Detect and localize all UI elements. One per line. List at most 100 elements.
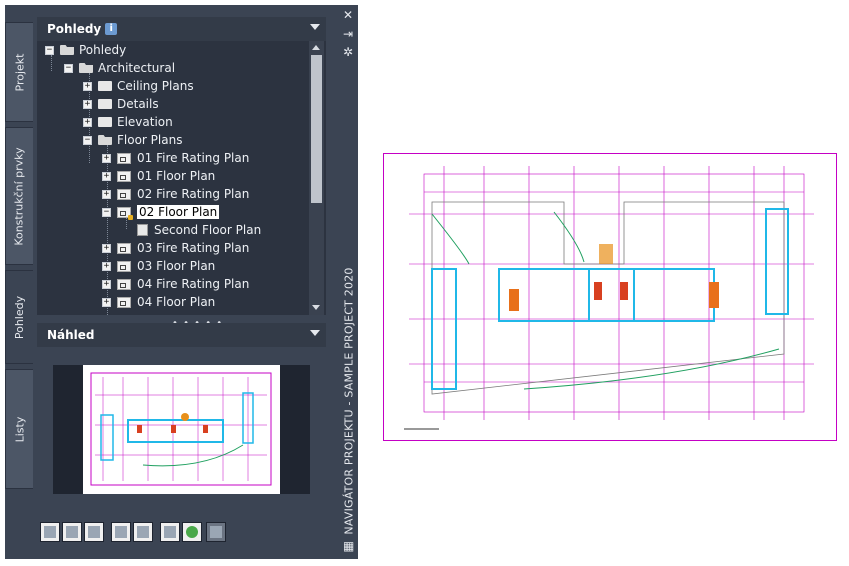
tree-node[interactable]: + 04 Floor Plan xyxy=(102,293,215,311)
tree-node[interactable]: + 03 Floor Plan xyxy=(102,257,215,275)
tree-node[interactable]: − Floor Plans xyxy=(83,131,182,149)
palette-title: NAVIGÁTOR PROJEKTU - SAMPLE PROJECT 2020 xyxy=(339,267,359,534)
repath-icon xyxy=(210,526,222,538)
cursor-icon xyxy=(137,526,149,538)
tab-label: Pohledy xyxy=(13,295,27,339)
open-folder-icon xyxy=(79,63,93,73)
folder-icon xyxy=(98,99,112,109)
tab-konstrukcni-prvky[interactable]: Konstrukční prvky xyxy=(5,127,33,265)
tree-node[interactable]: Second Floor Plan xyxy=(137,221,261,239)
expand-toggle-icon[interactable]: + xyxy=(102,279,111,289)
view-icon xyxy=(117,170,131,182)
tree-node-label: 01 Floor Plan xyxy=(137,169,216,183)
copy-icon xyxy=(115,526,127,538)
scrollbar-thumb[interactable] xyxy=(311,55,322,203)
expand-toggle-icon[interactable]: + xyxy=(102,297,111,307)
views-header: Pohledy i xyxy=(37,17,326,41)
open-folder-icon xyxy=(98,135,112,145)
tree-node[interactable]: + Details xyxy=(83,95,159,113)
views-tree: − Pohledy − Architectural + Ceiling Plan… xyxy=(37,41,326,315)
tree-node-label: Second Floor Plan xyxy=(154,223,262,237)
view-sheet-icon xyxy=(137,224,148,236)
tree-node[interactable]: − Pohledy xyxy=(45,41,126,59)
table-icon xyxy=(164,526,176,538)
tree-node[interactable]: + Ceiling Plans xyxy=(83,77,194,95)
tree-node-label: 03 Fire Rating Plan xyxy=(137,241,250,255)
tab-listy[interactable]: Listy xyxy=(5,369,33,489)
tree-node-label: Elevation xyxy=(117,115,173,129)
palette-title-text: NAVIGÁTOR PROJEKTU - SAMPLE PROJECT 2020 xyxy=(342,267,356,535)
collapse-caret-icon[interactable] xyxy=(310,24,320,30)
expand-toggle-icon[interactable]: + xyxy=(102,171,111,181)
open-view-button[interactable] xyxy=(84,522,104,542)
view-icon xyxy=(117,260,131,272)
tree-node-selected[interactable]: − 02 Floor Plan xyxy=(102,203,220,221)
tree-node-label: Ceiling Plans xyxy=(117,79,194,93)
expand-toggle-icon[interactable]: + xyxy=(102,261,111,271)
tree-node-label: 02 Floor Plan xyxy=(137,205,220,219)
bottom-toolbar xyxy=(37,516,326,548)
properties-button[interactable] xyxy=(160,522,180,542)
preview-thumbnail xyxy=(53,365,310,494)
tab-pohledy[interactable]: Pohledy xyxy=(5,270,33,364)
tree-node[interactable]: − Architectural xyxy=(64,59,175,77)
tree-node-label: 04 Floor Plan xyxy=(137,295,216,309)
expand-toggle-icon[interactable]: + xyxy=(83,99,92,109)
info-icon[interactable]: i xyxy=(105,23,118,35)
expand-toggle-icon[interactable]: + xyxy=(83,117,92,127)
tree-node[interactable]: + 03 Fire Rating Plan xyxy=(102,239,249,257)
tree-node-label: Floor Plans xyxy=(117,133,183,147)
scroll-up-icon[interactable] xyxy=(312,45,320,50)
preview-pane xyxy=(37,349,326,510)
tab-label: Projekt xyxy=(13,53,26,91)
expand-toggle-icon[interactable]: + xyxy=(102,243,111,253)
floor-plan-drawing xyxy=(383,153,837,441)
scroll-down-icon[interactable] xyxy=(312,305,320,310)
tree-node[interactable]: + 01 Fire Rating Plan xyxy=(102,149,249,167)
tree-node-label: 04 Fire Rating Plan xyxy=(137,277,250,291)
edit-view-button[interactable] xyxy=(62,522,82,542)
settings-icon[interactable]: ✲ xyxy=(343,46,353,58)
tab-projekt[interactable]: Projekt xyxy=(5,22,33,122)
tree-node-label: 02 Fire Rating Plan xyxy=(137,187,250,201)
refresh-icon xyxy=(186,526,198,538)
floor-plan-svg xyxy=(404,166,814,430)
tree-node-label: 01 Fire Rating Plan xyxy=(137,151,250,165)
palette-properties-icon[interactable]: ▦ xyxy=(343,540,354,552)
collapse-toggle-icon[interactable]: − xyxy=(64,63,73,73)
tree-node[interactable]: + Elevation xyxy=(83,113,173,131)
edit-view-icon xyxy=(66,526,78,538)
expand-toggle-icon[interactable]: + xyxy=(102,189,111,199)
add-view-button[interactable] xyxy=(40,522,60,542)
view-locked-icon xyxy=(117,206,133,220)
expand-toggle-icon[interactable]: + xyxy=(102,153,111,163)
view-icon xyxy=(117,242,131,254)
floor-plan-thumbnail xyxy=(83,365,280,494)
collapse-toggle-icon[interactable]: − xyxy=(45,45,54,55)
open-view-icon xyxy=(88,526,100,538)
tab-label: Listy xyxy=(13,416,26,442)
tree-node[interactable]: + 04 Fire Rating Plan xyxy=(102,275,249,293)
preview-header: Náhled xyxy=(37,323,326,347)
tree-node-label: 03 Floor Plan xyxy=(137,259,216,273)
preview-header-title: Náhled xyxy=(47,328,95,342)
tree-node[interactable]: + 01 Floor Plan xyxy=(102,167,215,185)
tree-node-label: Pohledy xyxy=(79,43,127,57)
collapse-toggle-icon[interactable]: − xyxy=(102,207,111,217)
view-icon xyxy=(117,188,131,200)
copy-view-button[interactable] xyxy=(111,522,131,542)
close-icon[interactable]: ✕ xyxy=(343,9,353,21)
auto-hide-icon[interactable]: ⇥ xyxy=(343,28,353,40)
tree-scrollbar[interactable] xyxy=(309,41,324,315)
expand-toggle-icon[interactable]: + xyxy=(83,81,92,91)
collapse-caret-icon[interactable] xyxy=(310,330,320,336)
repath-button[interactable] xyxy=(206,522,226,542)
folder-icon xyxy=(98,81,112,91)
tree-node[interactable]: + 02 Fire Rating Plan xyxy=(102,185,249,203)
select-view-button[interactable] xyxy=(133,522,153,542)
refresh-button[interactable] xyxy=(182,522,202,542)
palette-tab-strip: Projekt Konstrukční prvky Pohledy Listy xyxy=(5,22,33,492)
collapse-toggle-icon[interactable]: − xyxy=(83,135,92,145)
views-header-title: Pohledy xyxy=(47,22,102,36)
add-view-icon xyxy=(44,526,56,538)
